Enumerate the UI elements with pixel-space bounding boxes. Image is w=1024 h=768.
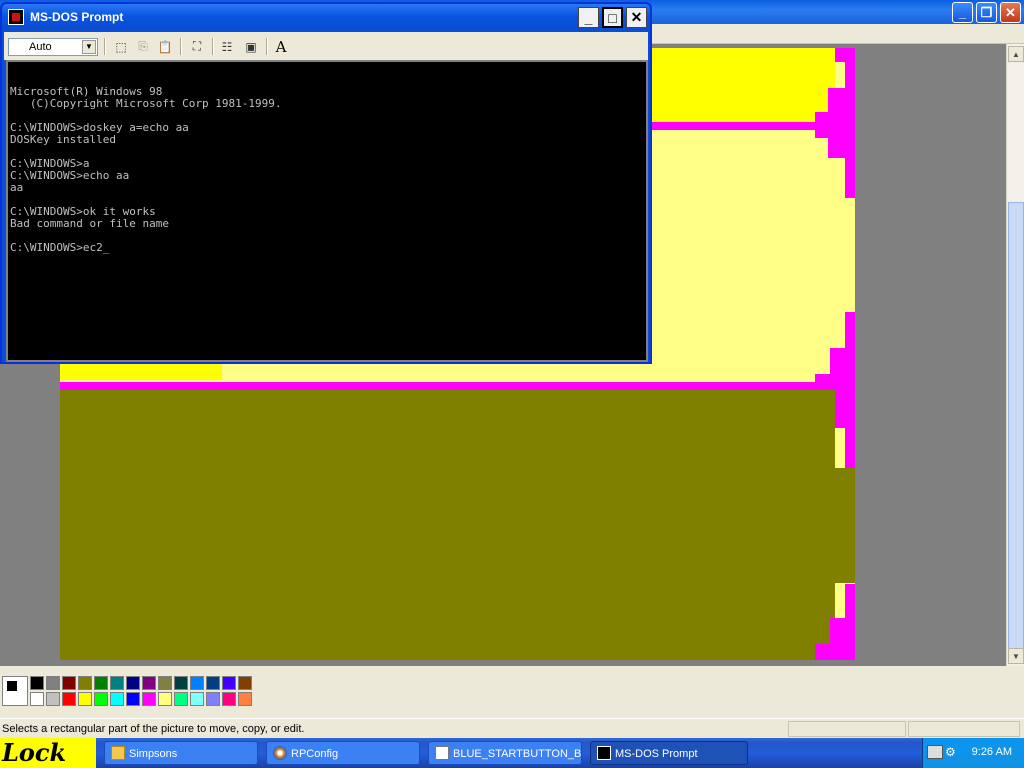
color-swatch[interactable]: [62, 676, 76, 690]
color-swatch[interactable]: [238, 676, 252, 690]
toolbar-separator: [104, 38, 106, 55]
copy-icon[interactable]: ⎘: [132, 36, 154, 57]
color-swatch[interactable]: [126, 692, 140, 706]
canvas-magenta-edge: [815, 644, 835, 660]
font-size-select[interactable]: Auto ▼: [8, 38, 98, 56]
color-swatch[interactable]: [46, 692, 60, 706]
paste-icon[interactable]: 📋: [154, 36, 176, 57]
task-simpsons[interactable]: Simpsons: [104, 741, 258, 765]
task-label: RPConfig: [291, 748, 339, 760]
restore-icon[interactable]: ❐: [976, 2, 997, 23]
color-swatch[interactable]: [62, 692, 76, 706]
scroll-up-icon[interactable]: ▲: [1008, 46, 1024, 62]
msdos-toolbar: Auto ▼ ⬚ ⎘ 📋 ⛶ ☷ ▣ A: [4, 32, 648, 60]
color-swatch[interactable]: [110, 676, 124, 690]
color-swatch[interactable]: [78, 676, 92, 690]
status-bar: Selects a rectangular part of the pictur…: [0, 718, 1024, 738]
task-label: MS-DOS Prompt: [615, 748, 698, 760]
chevron-down-icon[interactable]: ▼: [82, 40, 96, 54]
color-swatch[interactable]: [222, 676, 236, 690]
color-swatch[interactable]: [238, 692, 252, 706]
toolbar-separator: [212, 38, 214, 55]
start-button[interactable]: Lock: [0, 738, 96, 768]
console-output[interactable]: Microsoft(R) Windows 98 (C)Copyright Mic…: [6, 60, 648, 362]
task-rpconfig[interactable]: RPConfig: [266, 741, 420, 765]
close-icon[interactable]: ✕: [626, 7, 647, 28]
task-label: BLUE_STARTBUTTON_B...: [453, 748, 582, 760]
foreground-color[interactable]: [6, 680, 18, 692]
color-swatch[interactable]: [110, 692, 124, 706]
color-swatch[interactable]: [78, 692, 92, 706]
scroll-thumb[interactable]: [1008, 202, 1024, 662]
canvas-olive-block: [60, 390, 835, 660]
color-swatch[interactable]: [142, 692, 156, 706]
current-colors[interactable]: [2, 676, 28, 706]
minimize-icon[interactable]: _: [952, 2, 973, 23]
close-icon[interactable]: ✕: [1000, 2, 1021, 23]
vertical-scrollbar[interactable]: ▲ ▼: [1006, 44, 1024, 666]
task-blue-startbutton[interactable]: BLUE_STARTBUTTON_B...: [428, 741, 582, 765]
color-swatch[interactable]: [222, 692, 236, 706]
paint-icon: [435, 746, 449, 760]
volume-icon[interactable]: ⚙: [945, 745, 956, 759]
color-swatch[interactable]: [158, 676, 172, 690]
color-swatch[interactable]: [174, 676, 188, 690]
task-msdos-prompt[interactable]: MS-DOS Prompt: [590, 741, 748, 765]
canvas-magenta-line: [60, 382, 820, 390]
color-swatch[interactable]: [190, 676, 204, 690]
color-swatch[interactable]: [94, 676, 108, 690]
minimize-icon[interactable]: _: [578, 7, 599, 28]
color-palette: [0, 666, 1024, 716]
color-swatch[interactable]: [30, 692, 44, 706]
fullscreen-icon[interactable]: ⛶: [186, 36, 208, 57]
system-tray: ⚙ 9:26 AM: [922, 738, 1024, 768]
color-swatch[interactable]: [190, 692, 204, 706]
msdos-icon[interactable]: [8, 9, 24, 25]
font-icon[interactable]: A: [270, 36, 292, 57]
msdos-window: MS-DOS Prompt _ □ ✕ Auto ▼ ⬚ ⎘ 📋 ⛶ ☷ ▣ A…: [0, 2, 652, 364]
status-pane: [788, 721, 906, 737]
color-swatch[interactable]: [158, 692, 172, 706]
toolbar-separator: [180, 38, 182, 55]
canvas-magenta-edge: [815, 112, 835, 138]
toolbar-separator: [266, 38, 268, 55]
canvas-yellow-strip: [60, 362, 222, 380]
color-swatch[interactable]: [206, 692, 220, 706]
folder-icon: [111, 746, 125, 760]
window-title: MS-DOS Prompt: [30, 10, 124, 24]
status-text: Selects a rectangular part of the pictur…: [2, 723, 305, 735]
background-icon[interactable]: ▣: [240, 36, 262, 57]
taskbar: Lock Simpsons RPConfig BLUE_STARTBUTTON_…: [0, 738, 1024, 768]
msdos-icon: [597, 746, 611, 760]
color-swatch[interactable]: [94, 692, 108, 706]
msdos-titlebar[interactable]: MS-DOS Prompt _ □ ✕: [2, 4, 650, 30]
properties-icon[interactable]: ☷: [216, 36, 238, 57]
status-pane: [908, 721, 1020, 737]
color-swatch[interactable]: [206, 676, 220, 690]
color-swatch[interactable]: [174, 692, 188, 706]
color-swatch[interactable]: [30, 676, 44, 690]
mark-icon[interactable]: ⬚: [110, 36, 132, 57]
config-icon: [273, 746, 287, 760]
task-label: Simpsons: [129, 748, 178, 760]
color-swatch[interactable]: [46, 676, 60, 690]
maximize-icon[interactable]: □: [602, 7, 623, 28]
clock[interactable]: 9:26 AM: [972, 746, 1012, 758]
color-swatch[interactable]: [142, 676, 156, 690]
network-icon[interactable]: [927, 745, 943, 759]
console-text: Microsoft(R) Windows 98 (C)Copyright Mic…: [10, 85, 282, 254]
font-size-value: Auto: [29, 41, 52, 53]
scroll-down-icon[interactable]: ▼: [1008, 648, 1024, 664]
color-swatch[interactable]: [126, 676, 140, 690]
canvas-olive-block: [835, 468, 855, 583]
